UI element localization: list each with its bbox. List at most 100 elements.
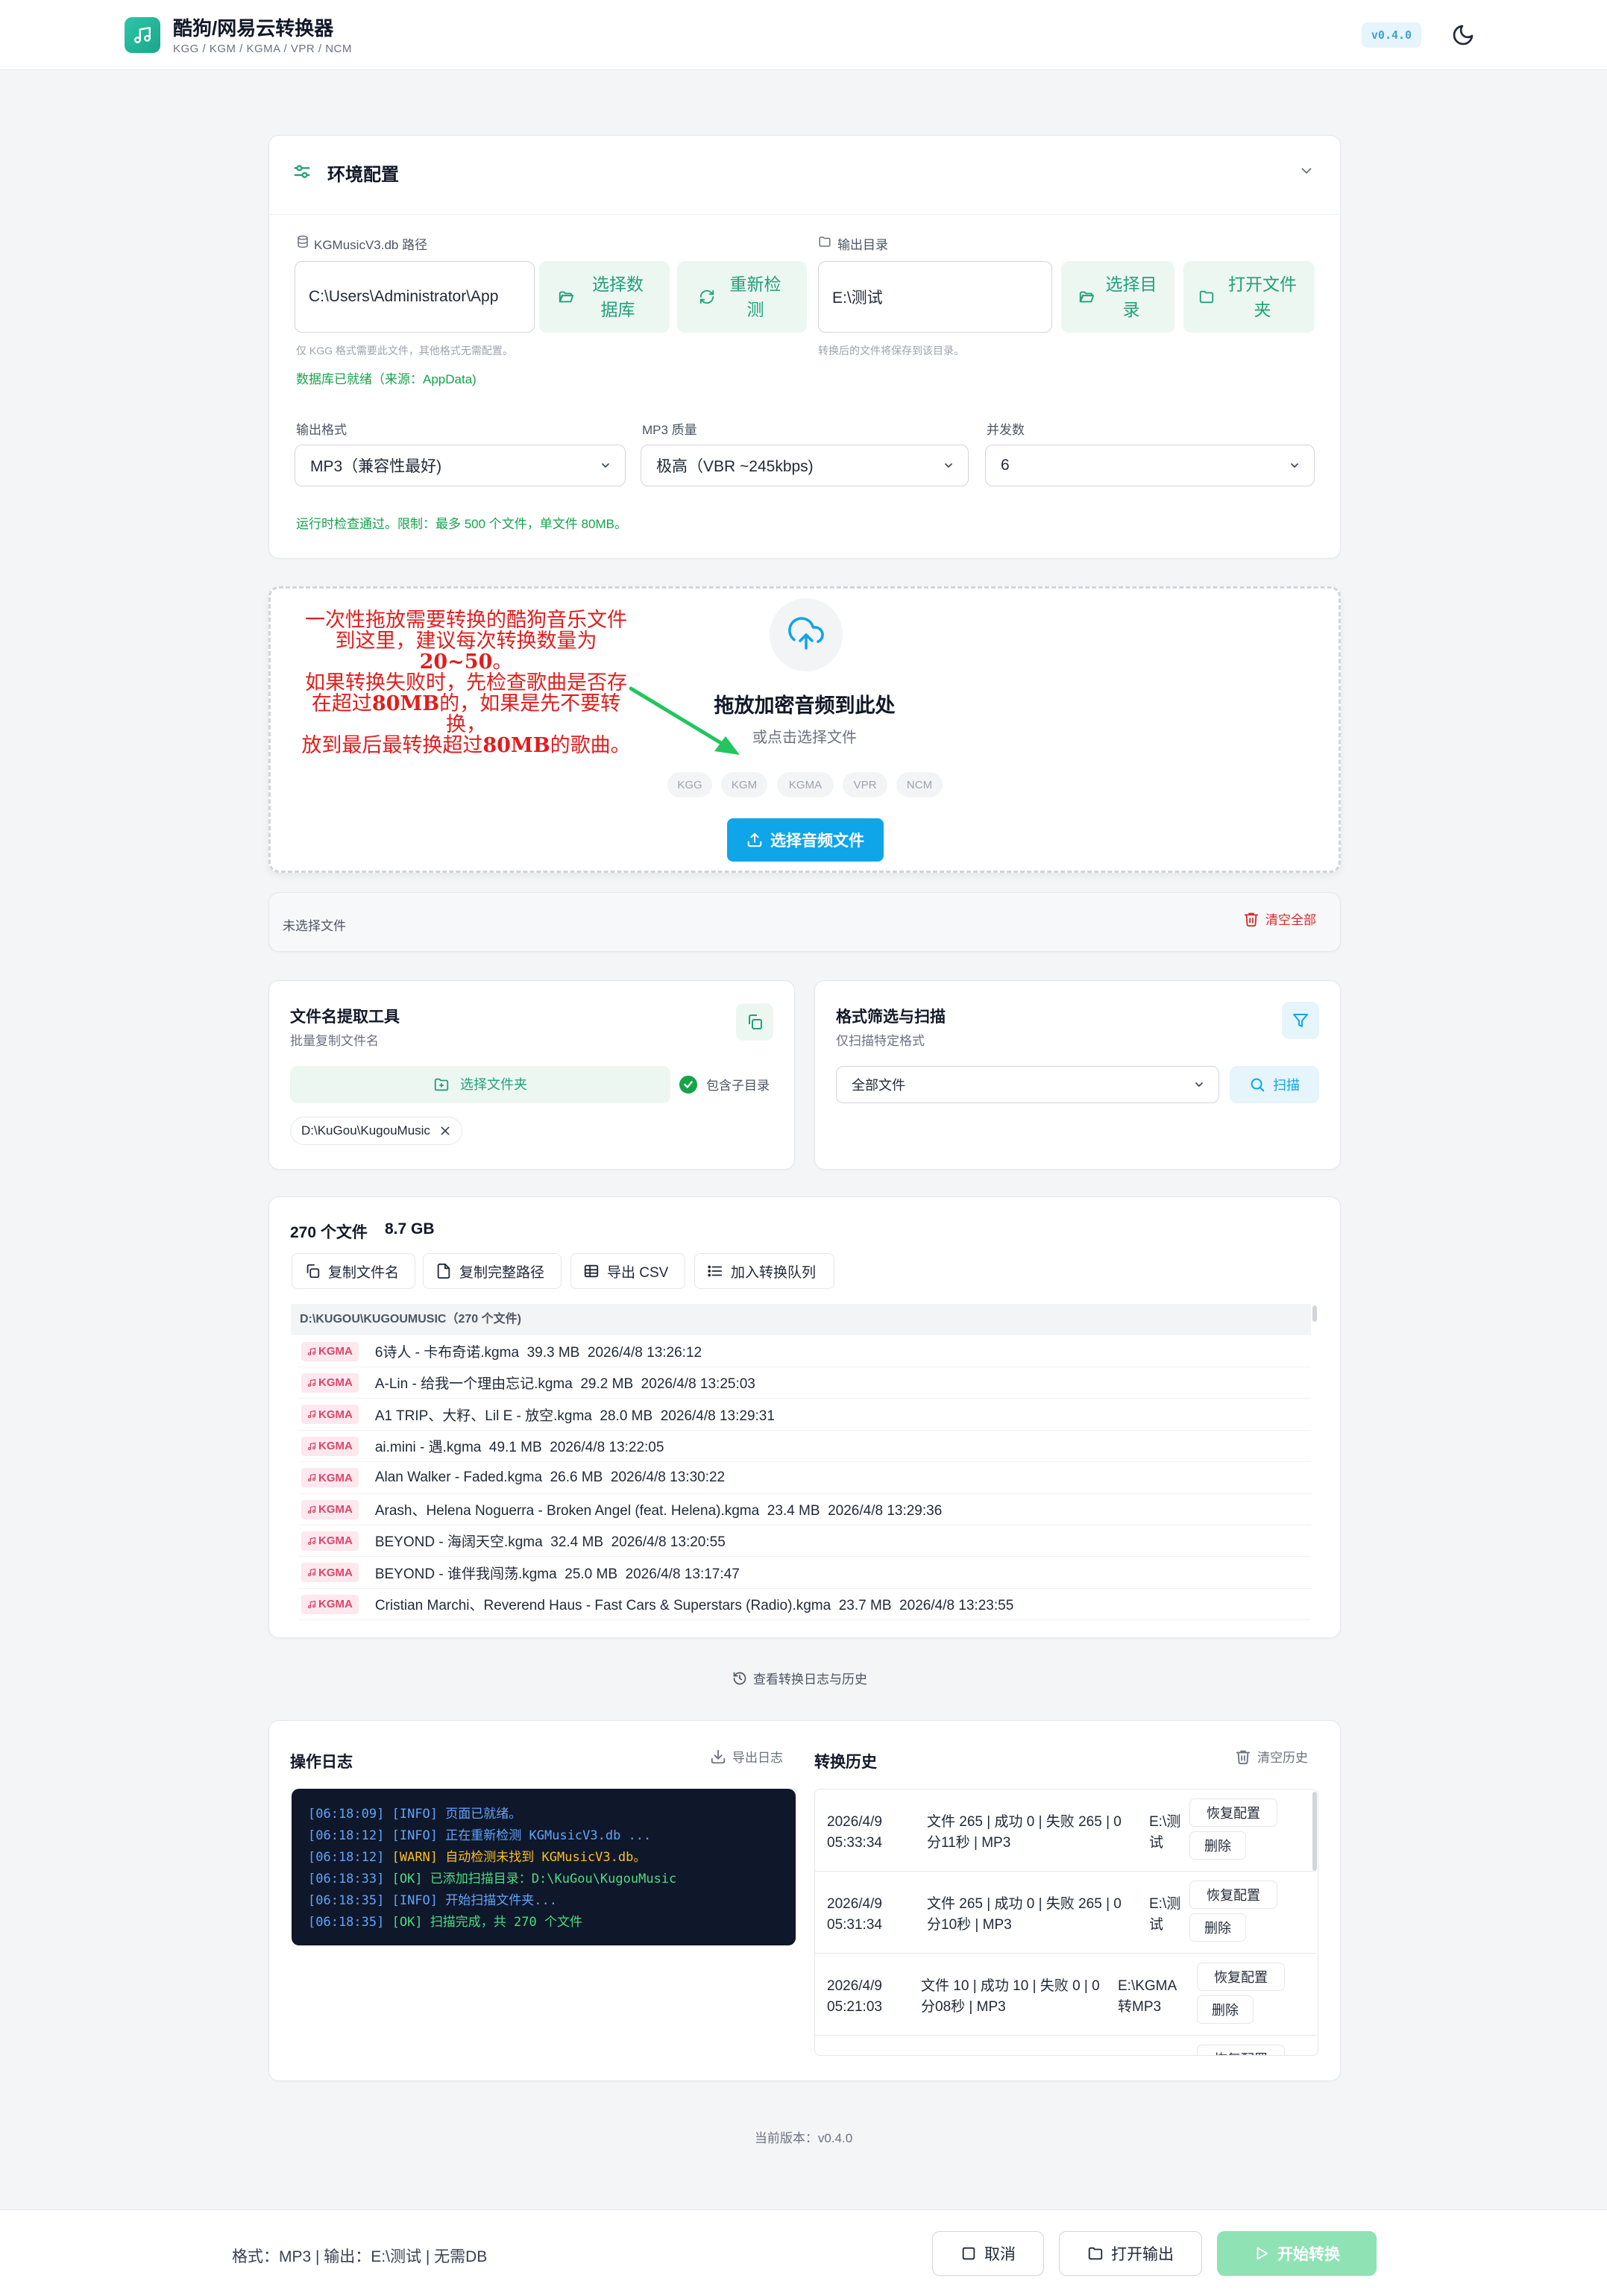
file-row[interactable]: KGMA ai.mini - 遇.kgma 49.1 MB 2026/4/8 13… bbox=[298, 1431, 1311, 1463]
file-row[interactable]: KGMA BEYOND - 谁伴我闯荡.kgma 25.0 MB 2026/4/8… bbox=[298, 1558, 1311, 1589]
delete-history-button[interactable]: 删除 bbox=[1189, 1913, 1246, 1942]
log-level: [INFO] bbox=[391, 1893, 438, 1908]
history-stats: 文件 10 | 成功 10 | 失败 0 | 0 分08秒 | MP3 bbox=[921, 1978, 1100, 2015]
format-tag: KGMA bbox=[301, 1373, 359, 1393]
restore-config-button[interactable]: 恢复配置 bbox=[1189, 1798, 1277, 1827]
file-row[interactable]: KGMA A1 TRIP、大籽、Lil E - 放空.kgma 28.0 MB 2… bbox=[298, 1399, 1311, 1431]
file-row-text: BEYOND - 海阔天空.kgma 32.4 MB 2026/4/8 13:2… bbox=[374, 1534, 726, 1551]
chevron-down-icon bbox=[1195, 1082, 1203, 1088]
db-path-input[interactable]: C:\Users\Administrator\App bbox=[295, 261, 535, 333]
theme-toggle-moon-icon[interactable] bbox=[1451, 23, 1475, 47]
app-logo bbox=[125, 17, 160, 53]
copy-full-path-button[interactable]: 复制完整路径 bbox=[423, 1253, 562, 1289]
add-to-queue-label: 加入转换队列 bbox=[731, 1264, 817, 1281]
select-db-button[interactable]: 选择数据库 bbox=[539, 261, 670, 333]
add-to-queue-button[interactable]: 加入转换队列 bbox=[694, 1253, 834, 1289]
restore-config-button[interactable]: 恢复配置 bbox=[1197, 2045, 1285, 2055]
clear-all-button[interactable]: 清空全部 bbox=[1243, 909, 1316, 928]
format-filter-card: 格式筛选与扫描 仅扫描特定格式 全部文件 扫描 bbox=[814, 980, 1341, 1170]
log-line: [06:18:12] [INFO] 正在重新检测 KGMusicV3.db ..… bbox=[308, 1825, 779, 1847]
file-row[interactable]: KGMA 6诗人 - 卡布奇诺.kgma 39.3 MB 2026/4/8 13:… bbox=[298, 1336, 1311, 1367]
format-chip: NCM bbox=[896, 772, 943, 797]
log-timestamp: [06:18:33] bbox=[308, 1872, 385, 1886]
file-row[interactable]: KGMA Cristian Marchi、Reverend Haus - Fast… bbox=[298, 1589, 1311, 1621]
file-row[interactable]: KGMA BEYOND - 海阔天空.kgma 32.4 MB 2026/4/8 … bbox=[298, 1525, 1311, 1558]
restore-config-button[interactable]: 恢复配置 bbox=[1189, 1881, 1277, 1909]
format-filter-select[interactable]: 全部文件 bbox=[836, 1066, 1219, 1103]
select-output-dir-button[interactable]: 选择目录 bbox=[1061, 261, 1174, 333]
select-output-dir-label: 选择目录 bbox=[1105, 275, 1157, 319]
log-timestamp: [06:18:12] bbox=[308, 1828, 385, 1843]
file-row[interactable]: KGMA Arash、Helena Noguerra - Broken Angel… bbox=[298, 1494, 1311, 1525]
export-csv-button[interactable]: 导出 CSV bbox=[570, 1253, 685, 1289]
operation-log: [06:18:09] [INFO] 页面已就绪。 [06:18:12] [INFO… bbox=[292, 1789, 796, 1945]
open-output-folder-button[interactable]: 打开文件夹 bbox=[1183, 261, 1315, 333]
refresh-icon bbox=[699, 289, 714, 304]
close-icon[interactable] bbox=[439, 1125, 451, 1137]
concurrency-select[interactable]: 6 bbox=[985, 445, 1315, 486]
open-output-button[interactable]: 打开输出 bbox=[1059, 2231, 1202, 2276]
select-audio-button[interactable]: 选择音频文件 bbox=[727, 818, 884, 862]
annotation-line: 到这里，建议每次转换数量为20~50。 bbox=[335, 630, 597, 674]
format-tag: KGMA bbox=[301, 1594, 359, 1614]
log-line: [06:18:12] [WARN] 自动检测未找到 KGMusicV3.db。 bbox=[308, 1847, 779, 1869]
log-level: [OK] bbox=[391, 1915, 423, 1930]
file-row[interactable]: KGMA A-Lin - 给我一个理由忘记.kgma 29.2 MB 2026/4… bbox=[298, 1367, 1311, 1399]
file-list-scrollbar[interactable] bbox=[1312, 1305, 1317, 1322]
format-tag: KGMA bbox=[301, 1436, 359, 1456]
app-subtitle: KGG / KGM / KGMA / VPR / NCM bbox=[173, 43, 352, 55]
cancel-label: 取消 bbox=[984, 2246, 1016, 2263]
env-config-title: 环境配置 bbox=[327, 165, 399, 185]
log-message: 正在重新检测 KGMusicV3.db ... bbox=[445, 1828, 652, 1843]
history-date: 2026/4/9 05:33:34 bbox=[827, 1814, 882, 1851]
folder-icon bbox=[1088, 2247, 1103, 2260]
select-folder-button[interactable]: 选择文件夹 bbox=[290, 1066, 670, 1103]
log-level: [INFO] bbox=[391, 1807, 438, 1822]
download-icon bbox=[711, 1749, 726, 1763]
log-level: [WARN] bbox=[391, 1850, 438, 1865]
log-message: 已添加扫描目录：D:\KuGou\KugouMusic bbox=[430, 1872, 677, 1886]
mp3-quality-select[interactable]: 极高（VBR ~245kbps) bbox=[641, 445, 969, 486]
filter-tool-button[interactable] bbox=[1282, 1002, 1319, 1039]
annotation-line: 一次性拖放需要转换的酷狗音乐文件 bbox=[305, 609, 627, 632]
collapse-chevron-icon[interactable] bbox=[1298, 163, 1315, 179]
log-line: [06:18:09] [INFO] 页面已就绪。 bbox=[308, 1804, 779, 1825]
delete-history-button[interactable]: 删除 bbox=[1189, 1831, 1246, 1860]
include-subdirs-checkbox[interactable]: 包含子目录 bbox=[679, 1075, 770, 1094]
history-output: E:\测试 bbox=[1149, 1896, 1181, 1933]
output-dir-input[interactable]: E:\测试 bbox=[818, 261, 1052, 333]
divider bbox=[269, 214, 1342, 215]
export-log-button[interactable]: 导出日志 bbox=[710, 1747, 783, 1766]
restore-config-button[interactable]: 恢复配置 bbox=[1197, 1963, 1285, 1991]
history-output: E:\KGMA 转MP3 bbox=[1118, 1978, 1177, 2015]
cancel-button[interactable]: 取消 bbox=[932, 2231, 1044, 2276]
file-row-text: Alan Walker - Faded.kgma 26.6 MB 2026/4/… bbox=[374, 1469, 726, 1486]
view-log-history-label: 查看转换日志与历史 bbox=[753, 1672, 867, 1687]
log-level: [INFO] bbox=[391, 1828, 438, 1843]
clear-history-button[interactable]: 清空历史 bbox=[1235, 1747, 1308, 1766]
log-timestamp: [06:18:12] bbox=[308, 1850, 385, 1865]
file-row[interactable]: KGMA Alan Walker - Faded.kgma 26.6 MB 202… bbox=[298, 1463, 1311, 1494]
log-timestamp: [06:18:09] bbox=[308, 1807, 385, 1822]
history-output: E:\测试 bbox=[1149, 1814, 1181, 1851]
history-scrollbar[interactable] bbox=[1312, 1792, 1317, 1871]
log-line: [06:18:35] [OK] 扫描完成，共 270 个文件 bbox=[308, 1912, 779, 1933]
output-format-select[interactable]: MP3（兼容性最好) bbox=[295, 445, 626, 486]
delete-history-button[interactable]: 删除 bbox=[1197, 1995, 1254, 2024]
copy-icon bbox=[749, 1014, 762, 1029]
recheck-db-button[interactable]: 重新检测 bbox=[677, 261, 807, 333]
copy-tool-button[interactable] bbox=[736, 1003, 773, 1041]
history-list: 2026/4/9 05:33:34 文件 265 | 成功 0 | 失败 265 |… bbox=[814, 1789, 1318, 2056]
trash-icon bbox=[1244, 912, 1259, 926]
view-log-history-link[interactable]: 查看转换日志与历史 bbox=[732, 1669, 867, 1687]
start-convert-button[interactable]: 开始转换 bbox=[1217, 2231, 1377, 2276]
list-icon bbox=[708, 1265, 723, 1277]
square-icon bbox=[962, 2247, 975, 2260]
concurrency-value: 6 bbox=[1001, 457, 1010, 474]
format-tag: KGMA bbox=[301, 1531, 359, 1551]
file-row-text: ai.mini - 遇.kgma 49.1 MB 2026/4/8 13:22:… bbox=[374, 1440, 664, 1456]
copy-filenames-button[interactable]: 复制文件名 bbox=[292, 1253, 415, 1289]
history-date: 2026/4/9 05:21:03 bbox=[827, 1978, 882, 2015]
db-path-label: KGMusicV3.db 路径 bbox=[314, 238, 428, 252]
scan-button[interactable]: 扫描 bbox=[1230, 1066, 1319, 1103]
